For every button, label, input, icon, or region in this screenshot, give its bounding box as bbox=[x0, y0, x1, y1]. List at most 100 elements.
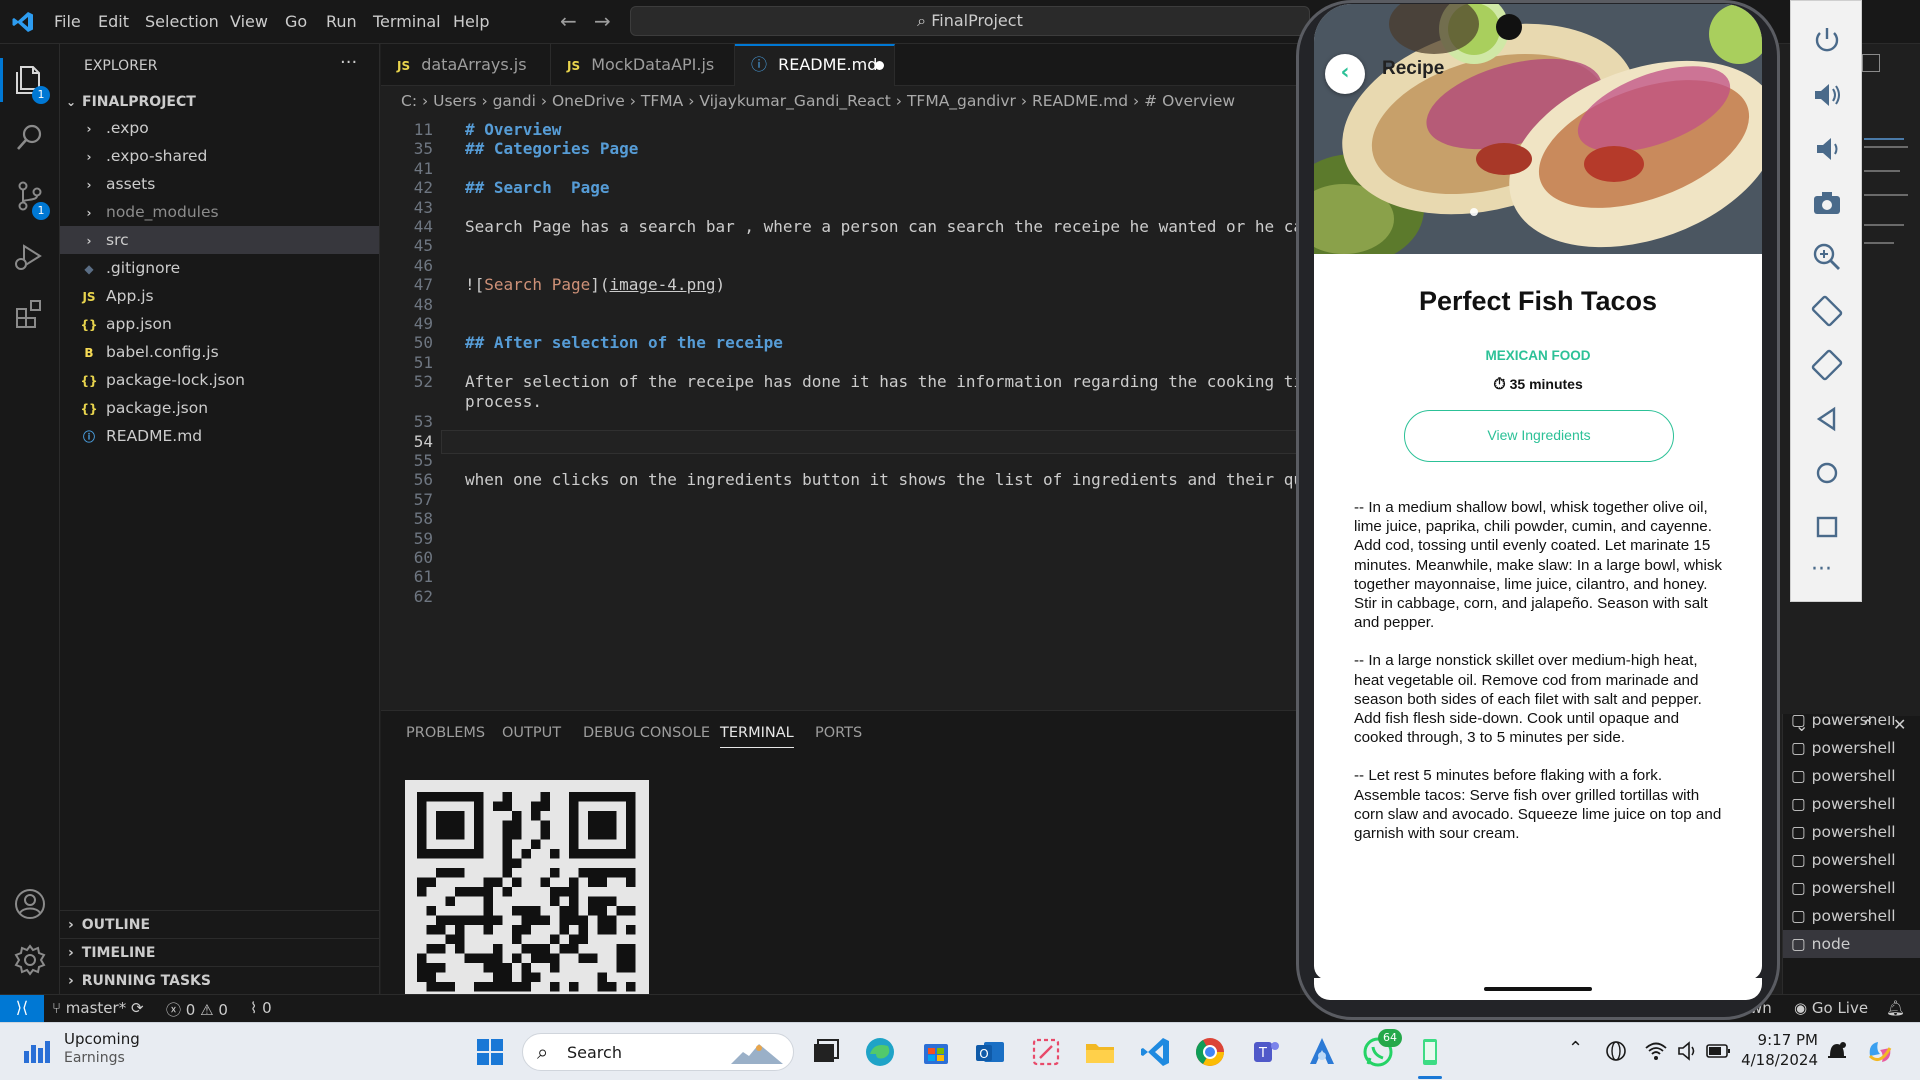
branch-indicator[interactable]: ⑂ master* ⟳ bbox=[52, 999, 144, 1017]
code-line[interactable]: # Overview bbox=[465, 120, 561, 139]
teams-icon[interactable]: T bbox=[1248, 1034, 1284, 1070]
volume-up-icon[interactable] bbox=[1809, 77, 1845, 113]
network-globe-icon[interactable] bbox=[1604, 1039, 1628, 1063]
edge-browser-icon[interactable] bbox=[862, 1034, 898, 1070]
terminal-instance[interactable]: ▢ powershell bbox=[1783, 818, 1920, 846]
code-line[interactable]: After selection of the receipe has done … bbox=[465, 372, 1300, 391]
menu-help[interactable]: Help bbox=[453, 12, 489, 31]
account-icon[interactable] bbox=[12, 886, 48, 922]
back-button[interactable]: ‹ bbox=[1325, 54, 1365, 94]
code-editor[interactable]: 11 # Overview 35 ## Categories Page 41 42 ## S… bbox=[381, 116, 1300, 710]
tab-mockdataapi[interactable]: JS MockDataAPI.js bbox=[551, 44, 735, 86]
code-line[interactable]: Search Page has a search bar , where a p… bbox=[465, 217, 1300, 236]
back-arrow-icon[interactable]: ← bbox=[560, 9, 577, 33]
breadcrumb-item[interactable]: TFMA_gandivr bbox=[907, 92, 1016, 110]
breadcrumb-item[interactable]: Vijaykumar_Gandi_React bbox=[699, 92, 891, 110]
notifications-bell-icon[interactable]: 🔔︎ bbox=[1886, 999, 1905, 1017]
menu-file[interactable]: File bbox=[54, 12, 81, 31]
tab-dataarrays[interactable]: JS dataArrays.js bbox=[381, 44, 551, 86]
nav-home-icon[interactable] bbox=[1809, 455, 1845, 491]
panel-tab-problems[interactable]: PROBLEMS bbox=[406, 725, 485, 741]
snipping-tool-icon[interactable] bbox=[1028, 1034, 1064, 1070]
speaker-icon[interactable] bbox=[1676, 1039, 1700, 1063]
panel-tab-debug-console[interactable]: DEBUG CONSOLE bbox=[583, 725, 710, 741]
vscode-taskbar-icon[interactable] bbox=[1138, 1034, 1174, 1070]
panel-tab-output[interactable]: OUTPUT bbox=[502, 725, 561, 741]
breadcrumb-item[interactable]: OneDrive bbox=[552, 92, 625, 110]
file-tree-item[interactable]: JS App.js bbox=[60, 282, 379, 310]
more-actions-icon[interactable]: ··· bbox=[340, 52, 357, 73]
terminal-instance[interactable]: ▢ powershell bbox=[1783, 762, 1920, 790]
file-explorer-icon[interactable] bbox=[1082, 1034, 1118, 1070]
recipe-category[interactable]: MEXICAN FOOD bbox=[1314, 348, 1762, 363]
menu-view[interactable]: View bbox=[230, 12, 268, 31]
file-tree-item[interactable]: ◆ .gitignore bbox=[60, 254, 379, 282]
camera-icon[interactable] bbox=[1809, 185, 1845, 221]
microsoft-store-icon[interactable] bbox=[918, 1034, 954, 1070]
terminal-instance[interactable]: ▢ powershell bbox=[1783, 734, 1920, 762]
layout-toggle-icon[interactable] bbox=[1862, 54, 1880, 72]
code-line[interactable]: when one clicks on the ingredients butto… bbox=[465, 470, 1300, 489]
file-tree-item[interactable]: › assets bbox=[60, 170, 379, 198]
clock-date[interactable]: 4/18/2024 bbox=[1738, 1051, 1818, 1069]
breadcrumb-item[interactable]: # Overview bbox=[1144, 92, 1235, 110]
notification-icon[interactable] bbox=[1826, 1039, 1848, 1063]
file-tree-item[interactable]: › node_modules bbox=[60, 198, 379, 226]
file-tree-item[interactable]: › .expo bbox=[60, 114, 379, 142]
project-root[interactable]: ⌄ FINALPROJECT bbox=[60, 88, 379, 116]
unsaved-dot-icon[interactable] bbox=[875, 61, 884, 70]
section-outline[interactable]: › OUTLINE bbox=[60, 910, 379, 938]
windows-start-icon[interactable] bbox=[472, 1034, 508, 1070]
view-ingredients-button[interactable]: View Ingredients bbox=[1404, 410, 1674, 462]
menu-terminal[interactable]: Terminal bbox=[373, 12, 441, 31]
settings-gear-icon[interactable] bbox=[12, 942, 48, 978]
terminal-instance[interactable]: ▢ node bbox=[1783, 930, 1920, 958]
terminal-instance[interactable]: ▢ powershell bbox=[1783, 902, 1920, 930]
code-line[interactable]: process. bbox=[465, 392, 542, 411]
wifi-icon[interactable] bbox=[1644, 1039, 1668, 1063]
menu-run[interactable]: Run bbox=[326, 12, 357, 31]
file-tree-item[interactable]: Bbabel.config.js bbox=[60, 338, 379, 366]
breadcrumb-item[interactable]: gandi bbox=[493, 92, 536, 110]
extensions-icon[interactable] bbox=[12, 296, 48, 332]
breadcrumb-item[interactable]: TFMA bbox=[641, 92, 683, 110]
android-studio-icon[interactable] bbox=[1304, 1034, 1340, 1070]
home-gesture-bar[interactable] bbox=[1484, 987, 1592, 991]
panel-tab-terminal[interactable]: TERMINAL bbox=[720, 725, 794, 748]
chrome-icon[interactable] bbox=[1192, 1034, 1228, 1070]
file-tree-item[interactable]: ⓘ README.md bbox=[60, 422, 379, 450]
more-options-icon[interactable]: ··· bbox=[1811, 557, 1832, 582]
menu-selection[interactable]: Selection bbox=[145, 12, 219, 31]
file-tree-item[interactable]: {} app.json bbox=[60, 310, 379, 338]
run-debug-icon[interactable] bbox=[12, 238, 48, 274]
minimap[interactable] bbox=[1862, 44, 1920, 716]
code-line[interactable]: ![Search Page](image-4.png) bbox=[465, 275, 725, 294]
battery-icon[interactable] bbox=[1706, 1041, 1732, 1061]
terminal-instance[interactable]: ▢ powershell bbox=[1783, 846, 1920, 874]
remote-indicator-icon[interactable]: ⟩⟨ bbox=[0, 995, 44, 1023]
volume-down-icon[interactable] bbox=[1809, 131, 1845, 167]
breadcrumb-item[interactable]: C: bbox=[401, 92, 417, 110]
search-icon[interactable] bbox=[12, 120, 48, 156]
outlook-icon[interactable]: O bbox=[972, 1034, 1008, 1070]
nav-back-icon[interactable] bbox=[1809, 401, 1845, 437]
breadcrumb-item[interactable]: Users bbox=[433, 92, 476, 110]
menu-go[interactable]: Go bbox=[285, 12, 307, 31]
file-tree-item[interactable]: {} package-lock.json bbox=[60, 366, 379, 394]
widget-title[interactable]: Upcoming bbox=[64, 1030, 140, 1048]
terminal-instance[interactable]: ▢ powershell bbox=[1783, 790, 1920, 818]
tab-readme[interactable]: ⓘ README.md bbox=[735, 44, 895, 86]
chevron-up-icon[interactable]: ⌃ bbox=[1568, 1038, 1583, 1059]
problems-indicator[interactable]: ⓧ 0 ⚠ 0 bbox=[166, 999, 228, 1020]
power-icon[interactable] bbox=[1809, 23, 1845, 59]
stock-chart-icon[interactable] bbox=[22, 1037, 52, 1065]
command-center-search[interactable]: ⌕ FinalProject bbox=[630, 6, 1310, 36]
file-tree-item[interactable]: › src bbox=[60, 226, 379, 254]
panel-tab-ports[interactable]: PORTS bbox=[815, 725, 862, 741]
menu-edit[interactable]: Edit bbox=[98, 12, 129, 31]
terminal-instance[interactable]: ▢ powershell bbox=[1783, 874, 1920, 902]
task-view-icon[interactable] bbox=[806, 1034, 842, 1070]
clock-time[interactable]: 9:17 PM bbox=[1748, 1031, 1818, 1049]
code-line[interactable]: ## Categories Page bbox=[465, 139, 638, 158]
copilot-icon[interactable] bbox=[1864, 1036, 1896, 1068]
